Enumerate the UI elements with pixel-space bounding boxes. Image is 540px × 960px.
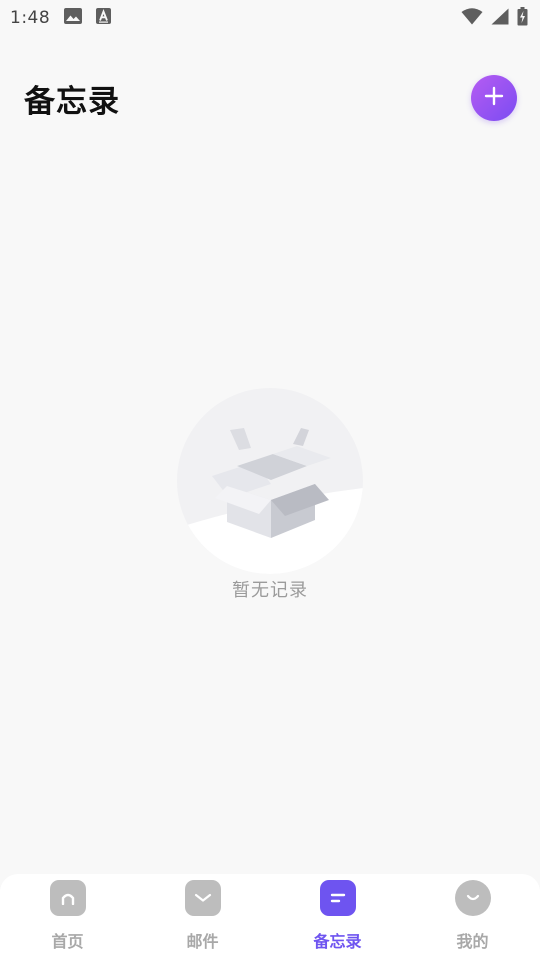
add-memo-button[interactable] bbox=[471, 75, 517, 121]
empty-box-illustration bbox=[177, 388, 363, 574]
bottom-nav: 首页 邮件 备忘录 我的 bbox=[0, 874, 540, 960]
home-icon bbox=[49, 880, 86, 916]
empty-state: 暂无记录 bbox=[0, 388, 540, 602]
status-time: 1:48 bbox=[10, 8, 51, 28]
nav-label-mail: 邮件 bbox=[186, 932, 219, 951]
battery-charging-icon bbox=[517, 6, 528, 30]
empty-state-text: 暂无记录 bbox=[232, 580, 308, 601]
status-right bbox=[461, 6, 528, 30]
nav-item-profile[interactable]: 我的 bbox=[405, 880, 540, 952]
font-a-icon bbox=[96, 8, 112, 28]
memo-icon bbox=[319, 880, 356, 916]
nav-label-home: 首页 bbox=[51, 932, 84, 951]
memo-screen: 1:48 备忘录 暂无记录 首页 邮件 备忘录 我的 bbox=[0, 0, 540, 960]
profile-icon bbox=[454, 880, 491, 916]
nav-item-memo[interactable]: 备忘录 bbox=[270, 880, 405, 952]
nav-item-mail[interactable]: 邮件 bbox=[135, 880, 270, 952]
page-title: 备忘录 bbox=[24, 83, 120, 120]
nav-label-memo: 备忘录 bbox=[313, 932, 362, 951]
wifi-icon bbox=[461, 7, 483, 29]
image-icon bbox=[64, 8, 83, 28]
cellular-signal-icon bbox=[491, 8, 509, 29]
status-bar: 1:48 bbox=[0, 0, 540, 36]
status-left: 1:48 bbox=[10, 8, 112, 28]
nav-label-profile: 我的 bbox=[456, 932, 489, 951]
mail-icon bbox=[184, 880, 221, 916]
header: 备忘录 bbox=[0, 66, 540, 130]
nav-item-home[interactable]: 首页 bbox=[0, 880, 135, 952]
plus-icon bbox=[484, 86, 504, 110]
